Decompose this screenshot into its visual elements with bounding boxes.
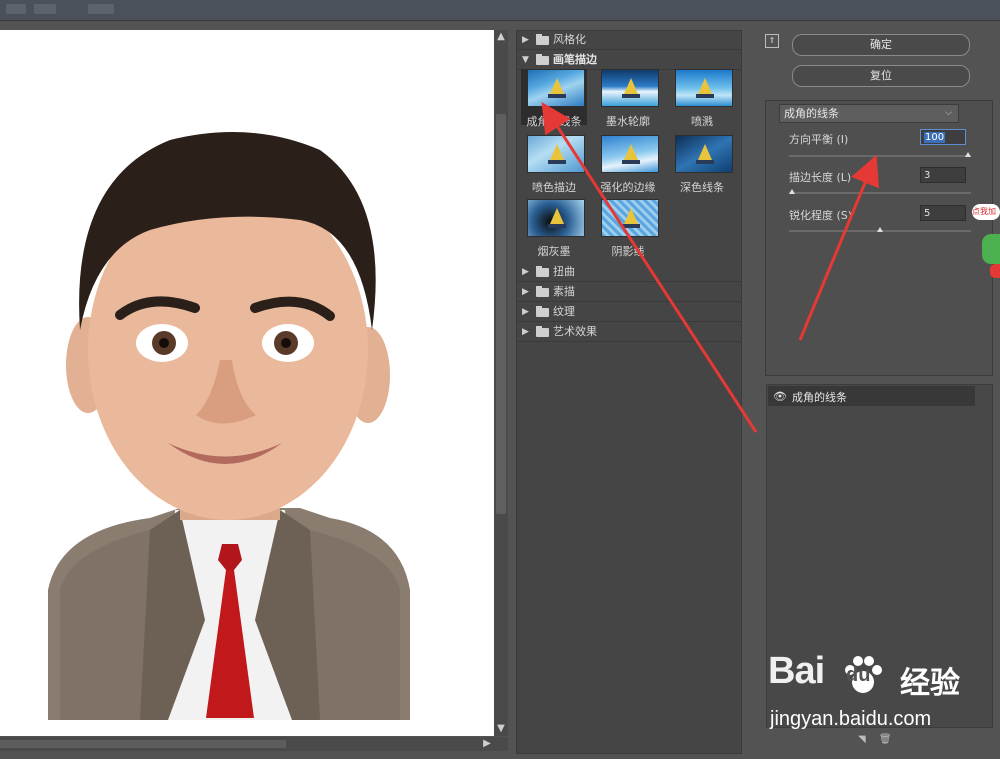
category-distort[interactable]: ▶ 扭曲 xyxy=(517,263,741,282)
folder-icon xyxy=(536,266,549,277)
folder-icon xyxy=(536,286,549,297)
filter-thumb-spatter[interactable]: 喷溅 xyxy=(669,69,735,128)
eye-icon[interactable]: 👁 xyxy=(773,390,787,403)
filter-thumb-sumi-e[interactable]: 烟灰墨 xyxy=(521,199,587,258)
filter-gallery: ▶ 风格化 ▼ 画笔描边 成角的线条 墨水轮廓 喷溅 喷色描边 强化的边缘 深色… xyxy=(516,30,742,754)
blurred-menu-item xyxy=(6,4,26,14)
folder-icon xyxy=(536,326,549,337)
sharpness-input[interactable]: 5 xyxy=(920,205,966,221)
collapsed-triangle-icon: ▶ xyxy=(522,327,529,337)
filter-thumb-ink-outlines[interactable]: 墨水轮廓 xyxy=(595,69,661,128)
category-texture[interactable]: ▶ 纹理 xyxy=(517,303,741,322)
filter-thumb-sprayed-strokes[interactable]: 喷色描边 xyxy=(521,135,587,194)
chevron-down-icon: ⌵ xyxy=(945,108,952,118)
scroll-up-arrow-icon[interactable]: ▲ xyxy=(494,30,508,44)
new-layer-icon[interactable]: ◥ xyxy=(858,734,866,745)
filter-thumb-angled-strokes[interactable]: 成角的线条 xyxy=(521,69,587,128)
blurred-menu-item xyxy=(88,4,114,14)
filter-preview-image xyxy=(527,135,585,173)
collapsed-triangle-icon: ▶ xyxy=(522,267,529,277)
filter-thumb-accented-edges[interactable]: 强化的边缘 xyxy=(595,135,661,194)
reset-button[interactable]: 复位 xyxy=(792,65,970,87)
category-stylize[interactable]: ▶ 风格化 xyxy=(517,31,741,50)
filter-preview-image xyxy=(601,135,659,173)
mascot-badge-icon xyxy=(990,264,1000,278)
delete-layer-icon[interactable]: 🗑 xyxy=(879,734,892,745)
preview-vertical-scrollbar[interactable]: ▲ ▼ xyxy=(494,30,508,736)
effect-layer-row[interactable]: 👁 成角的线条 xyxy=(768,386,975,406)
slider-knob[interactable] xyxy=(789,189,795,194)
scroll-thumb[interactable] xyxy=(496,114,506,514)
expanded-triangle-icon: ▼ xyxy=(522,55,529,65)
blurred-menu-item xyxy=(34,4,56,14)
sharpness-label: 锐化程度 (S) xyxy=(789,209,853,222)
ok-button[interactable]: 确定 xyxy=(792,34,970,56)
slider-knob[interactable] xyxy=(877,227,883,232)
scroll-thumb[interactable] xyxy=(0,740,286,748)
category-artistic[interactable]: ▶ 艺术效果 xyxy=(517,323,741,342)
filter-preview-image xyxy=(601,69,659,107)
sharpness-slider[interactable] xyxy=(789,227,971,232)
filter-preview-image xyxy=(675,135,733,173)
filter-preview-image xyxy=(601,199,659,237)
preview-horizontal-scrollbar[interactable]: ▶ xyxy=(0,737,508,751)
title-bar xyxy=(0,0,1000,21)
mascot-icon xyxy=(982,234,1000,264)
collapsed-triangle-icon: ▶ xyxy=(522,35,529,45)
direction-balance-slider[interactable] xyxy=(789,152,971,157)
slider-knob[interactable] xyxy=(965,152,971,157)
scroll-down-arrow-icon[interactable]: ▼ xyxy=(494,722,508,736)
promo-sticker: 点我加 xyxy=(968,198,1000,290)
image-preview[interactable] xyxy=(0,30,496,736)
category-sketch[interactable]: ▶ 素描 xyxy=(517,283,741,302)
scroll-right-arrow-icon[interactable]: ▶ xyxy=(480,737,494,751)
filter-preview-image xyxy=(527,69,585,107)
filter-preview-image xyxy=(527,199,585,237)
effect-layers-panel xyxy=(766,384,993,728)
stroke-length-input[interactable]: 3 xyxy=(920,167,966,183)
stroke-length-slider[interactable] xyxy=(789,189,971,194)
layer-actions: ◥ 🗑 xyxy=(858,734,892,745)
collapsed-triangle-icon: ▶ xyxy=(522,307,529,317)
folder-icon xyxy=(536,34,549,45)
preview-photo xyxy=(48,132,410,720)
folder-icon xyxy=(536,306,549,317)
direction-balance-input[interactable]: 100 xyxy=(920,129,966,145)
filter-select[interactable]: 成角的线条 ⌵ xyxy=(779,104,959,123)
category-brush-strokes[interactable]: ▼ 画笔描边 xyxy=(517,51,741,70)
collapsed-triangle-icon: ▶ xyxy=(522,287,529,297)
filter-thumb-crosshatch[interactable]: 阴影线 xyxy=(595,199,661,258)
folder-icon xyxy=(536,54,549,65)
collapse-gallery-icon[interactable]: ⇑ xyxy=(765,34,779,48)
filter-thumb-dark-strokes[interactable]: 深色线条 xyxy=(669,135,735,194)
direction-balance-label: 方向平衡 (I) xyxy=(789,133,849,146)
filter-preview-image xyxy=(675,69,733,107)
stroke-length-label: 描边长度 (L) xyxy=(789,171,852,184)
